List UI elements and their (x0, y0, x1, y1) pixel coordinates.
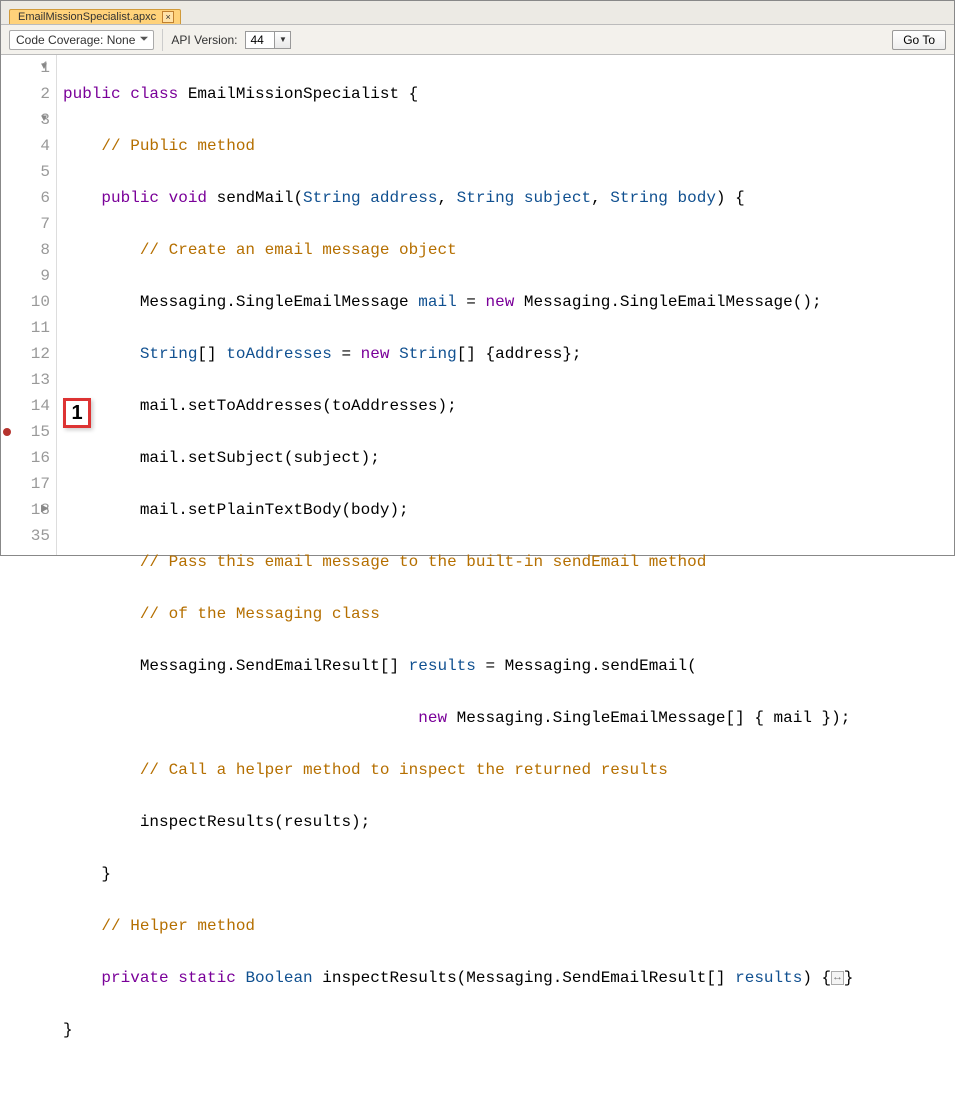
tab-title: EmailMissionSpecialist.apxc (18, 11, 156, 23)
close-icon[interactable]: × (162, 11, 174, 23)
fold-arrow-icon[interactable]: ▼ (41, 55, 47, 81)
goto-button[interactable]: Go To (892, 30, 946, 50)
fold-arrow-icon[interactable]: ▶ (41, 497, 49, 523)
tab-bar: EmailMissionSpecialist.apxc × (1, 1, 954, 25)
divider (162, 29, 163, 51)
fold-arrow-icon[interactable]: ▼ (41, 107, 47, 133)
code-coverage-dropdown[interactable]: Code Coverage: None (9, 30, 154, 50)
callout-marker-1: 1 (63, 398, 91, 428)
api-version-select[interactable]: ▼ (245, 31, 291, 49)
gutter: 1▼ 2 3▼ 4 5 6 7 8 9 10 11 12 13 14 15 16… (1, 55, 57, 555)
fold-ellipsis-icon[interactable]: ↔ (831, 971, 844, 985)
api-version-input[interactable] (245, 31, 275, 49)
chevron-down-icon[interactable]: ▼ (275, 31, 291, 49)
code-area[interactable]: public class EmailMissionSpecialist { //… (57, 55, 954, 555)
code-editor[interactable]: 1▼ 2 3▼ 4 5 6 7 8 9 10 11 12 13 14 15 16… (1, 55, 954, 555)
breakpoint-icon[interactable] (3, 428, 11, 436)
api-version-label: API Version: (171, 33, 237, 47)
toolbar: Code Coverage: None API Version: ▼ Go To (1, 25, 954, 55)
file-tab[interactable]: EmailMissionSpecialist.apxc × (9, 9, 181, 24)
